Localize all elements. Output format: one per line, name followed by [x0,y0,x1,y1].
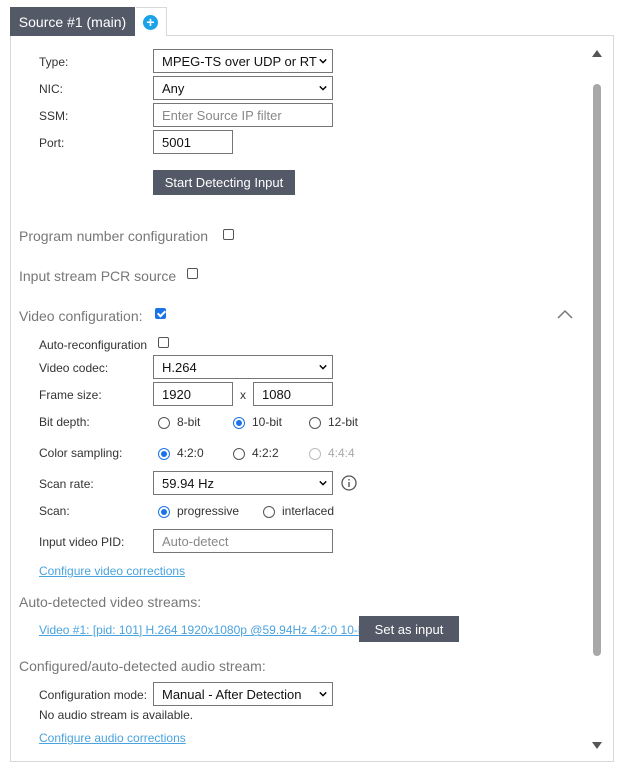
bit-depth-10-label: 10-bit [252,415,283,429]
scan-label: Scan: [39,504,70,518]
frame-width-value: 1920 [162,386,191,402]
port-input-value: 5001 [162,134,191,150]
program-number-checkbox[interactable] [223,229,234,240]
scan-progressive-label: progressive [177,504,240,518]
tab-source-1[interactable]: Source #1 (main) [10,7,135,36]
audio-mode-select[interactable]: Manual - After Detection [153,682,333,706]
auto-reconfig-checkbox[interactable] [158,337,169,348]
video-pid-placeholder: Auto-detect [162,533,229,549]
audio-stream-title: Configured/auto-detected audio stream: [19,658,266,674]
start-detecting-label: Start Detecting Input [164,175,284,190]
port-input[interactable]: 5001 [153,130,233,154]
ssm-input[interactable]: Enter Source IP filter [153,103,333,127]
add-tab-area: + [136,7,167,36]
video-pid-label: Input video PID: [39,535,125,549]
frame-size-label: Frame size: [39,388,102,402]
tab-bar: Source #1 (main) + [0,0,618,36]
color-sampling-444-label: 4:4:4 [328,446,355,460]
color-sampling-422-label: 4:2:2 [252,446,279,460]
configure-audio-corrections-link[interactable]: Configure audio corrections [39,731,186,745]
audio-mode-value: Manual - After Detection [162,686,302,702]
chevron-down-icon [319,364,327,370]
type-select[interactable]: MPEG-TS over UDP or RT [153,49,333,73]
plus-circle-icon[interactable]: + [143,15,158,30]
chevron-down-icon [319,58,327,64]
info-circle-icon[interactable] [341,475,357,491]
auto-reconfig-label: Auto-reconfiguration [39,338,148,352]
bit-depth-10-radio[interactable] [233,417,245,429]
video-codec-select[interactable]: H.264 [153,355,333,379]
chevron-down-icon [319,691,327,697]
scroll-up-arrow-icon[interactable] [592,49,602,57]
type-select-value: MPEG-TS over UDP or RT [162,53,317,69]
pcr-source-title: Input stream PCR source [19,268,177,284]
bit-depth-12-radio[interactable] [309,417,321,429]
video-config-title: Video configuration: [19,308,143,324]
color-sampling-420-radio[interactable] [158,448,170,460]
chevron-down-icon [319,480,327,486]
scan-rate-value: 59.94 Hz [162,475,215,491]
tab-source-1-label: Source #1 (main) [18,13,127,30]
color-sampling-420-label: 4:2:0 [177,446,204,460]
scan-progressive-radio[interactable] [158,506,170,518]
bit-depth-12-label: 12-bit [328,415,359,429]
video-pid-input[interactable]: Auto-detect [153,529,333,553]
frame-height-input[interactable]: 1080 [253,382,333,406]
chevron-down-icon [319,85,327,91]
scan-rate-label: Scan rate: [39,477,94,491]
scrollbar-thumb[interactable] [593,84,601,656]
scan-interlaced-radio[interactable] [263,506,275,518]
type-label: Type: [39,55,69,69]
configure-video-corrections-link[interactable]: Configure video corrections [39,564,185,578]
frame-size-separator: x [240,388,246,402]
nic-select-value: Any [162,80,185,96]
bit-depth-8-label: 8-bit [177,415,201,429]
program-number-title: Program number configuration [19,228,209,244]
scan-rate-select[interactable]: 59.94 Hz [153,471,333,495]
audio-mode-label: Configuration mode: [39,688,148,702]
frame-width-input[interactable]: 1920 [153,382,233,406]
frame-height-value: 1080 [262,386,291,402]
start-detecting-button[interactable]: Start Detecting Input [153,170,295,195]
nic-label: NIC: [39,82,63,96]
color-sampling-444-radio [309,448,321,460]
detected-stream-link[interactable]: Video #1: [pid: 101] H.264 1920x1080p @5… [39,623,371,637]
video-config-checkbox[interactable] [155,308,166,319]
scroll-down-arrow-icon[interactable] [592,742,602,750]
ssm-input-placeholder: Enter Source IP filter [162,107,282,123]
color-sampling-422-radio[interactable] [233,448,245,460]
ssm-label: SSM: [39,109,69,123]
bit-depth-8-radio[interactable] [158,417,170,429]
bit-depth-label: Bit depth: [39,415,90,429]
chevron-up-icon[interactable] [557,309,573,319]
pcr-source-checkbox[interactable] [187,268,198,279]
video-codec-value: H.264 [162,359,197,375]
detected-streams-title: Auto-detected video streams: [19,594,202,610]
set-as-input-label: Set as input [374,621,444,637]
color-sampling-label: Color sampling: [39,446,123,460]
port-label: Port: [39,136,65,150]
nic-select[interactable]: Any [153,76,333,100]
video-codec-label: Video codec: [39,361,109,375]
no-audio-text: No audio stream is available. [39,708,194,722]
scan-interlaced-label: interlaced [282,504,335,518]
set-as-input-button[interactable]: Set as input [359,616,459,642]
